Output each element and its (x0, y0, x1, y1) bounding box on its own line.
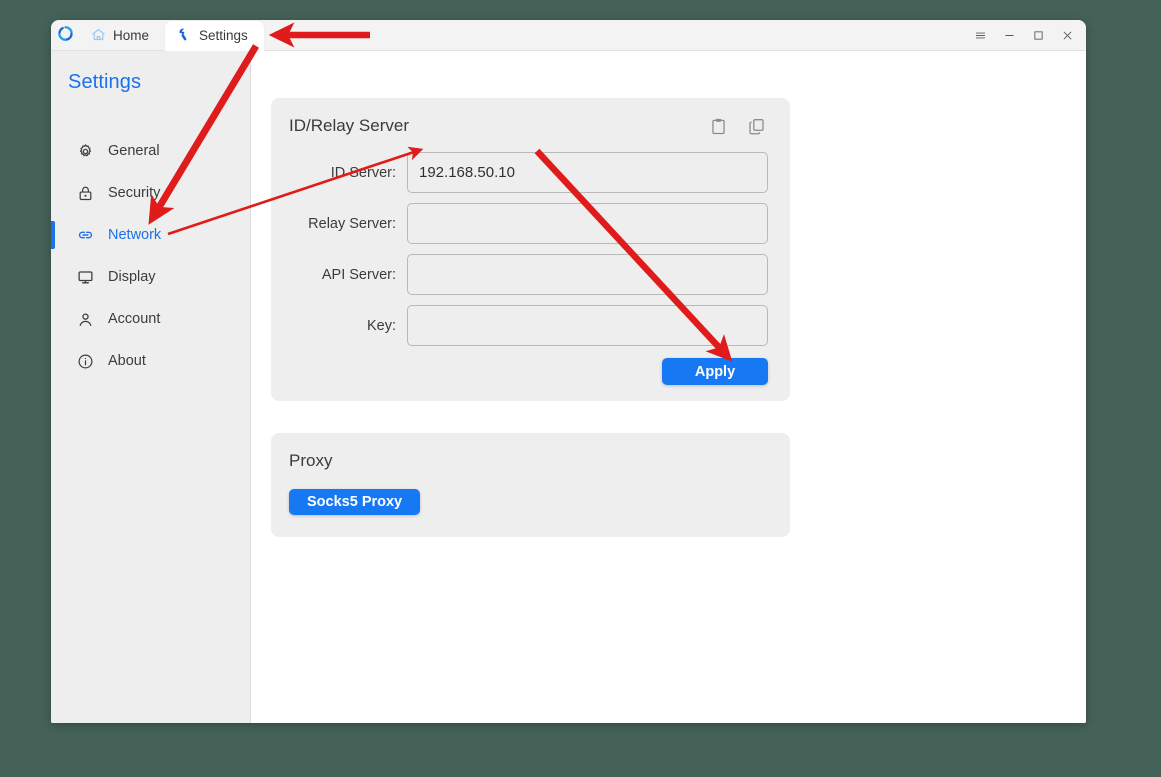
copy-button[interactable] (746, 116, 766, 136)
card-title: ID/Relay Server (289, 116, 409, 135)
sidebar-item-network[interactable]: Network (51, 214, 250, 256)
maximize-icon (1034, 31, 1043, 40)
key-input[interactable] (407, 305, 768, 346)
id-server-label: ID Server: (330, 164, 396, 181)
app-logo (51, 20, 79, 50)
clipboard-icon (711, 118, 725, 134)
monitor-icon (77, 269, 94, 286)
form-row-relay-server: Relay Server: (289, 203, 768, 244)
link-icon (77, 227, 94, 244)
hamburger-icon (976, 32, 985, 39)
minimize-icon (1005, 35, 1014, 36)
home-icon (91, 27, 106, 45)
titlebar: Home Settings (51, 20, 1086, 51)
sidebar-item-label: Display (108, 269, 156, 285)
person-icon (77, 311, 94, 328)
proxy-card: Proxy Socks5 Proxy (271, 433, 790, 537)
sidebar-list: General Security Network Display Account… (51, 130, 250, 382)
sidebar-item-about[interactable]: About (51, 340, 250, 382)
id-server-input[interactable] (407, 152, 768, 193)
refresh-circle-logo-icon (57, 26, 73, 41)
sidebar-item-account[interactable]: Account (51, 298, 250, 340)
sidebar-item-security[interactable]: Security (51, 172, 250, 214)
tab-home[interactable]: Home (79, 21, 165, 50)
card-actions (708, 116, 766, 136)
key-label: Key: (366, 317, 396, 334)
sidebar: Settings General Security Network Displa… (51, 51, 251, 723)
minimize-button[interactable] (995, 21, 1024, 50)
api-server-label: API Server: (321, 266, 396, 283)
info-icon (77, 353, 94, 370)
wrench-icon (177, 27, 192, 45)
sidebar-item-label: Account (108, 311, 161, 327)
id-relay-server-card: ID/Relay Server ID Server: 192.168.50.10… (271, 98, 790, 401)
tab-home-label: Home (113, 28, 150, 43)
gear-icon (77, 143, 94, 160)
tab-settings[interactable]: Settings (165, 21, 264, 51)
content-area: ID/Relay Server ID Server: 192.168.50.10… (251, 51, 1086, 723)
relay-server-input[interactable] (407, 203, 768, 244)
sidebar-item-general[interactable]: General (51, 130, 250, 172)
form-row-api-server: API Server: (289, 254, 768, 295)
sidebar-item-label: About (108, 353, 146, 369)
copy-icon (748, 118, 764, 134)
proxy-card-title: Proxy (289, 451, 333, 470)
relay-server-label: Relay Server: (308, 215, 396, 232)
menu-button[interactable] (966, 21, 995, 50)
close-icon (1063, 31, 1072, 40)
close-button[interactable] (1053, 21, 1082, 50)
window-controls (966, 20, 1082, 51)
paste-button[interactable] (708, 116, 728, 136)
socks5-proxy-button[interactable]: Socks5 Proxy (289, 489, 421, 515)
api-server-input[interactable] (407, 254, 768, 295)
lock-icon (77, 185, 94, 202)
tab-settings-label: Settings (199, 28, 248, 43)
page-title: Settings (68, 71, 142, 93)
apply-button[interactable]: Apply (662, 358, 768, 385)
maximize-button[interactable] (1024, 21, 1053, 50)
card-footer: Apply (289, 358, 768, 385)
form-row-key: Key: (289, 305, 768, 346)
settings-window: Home Settings Settings General Security … (51, 20, 1086, 723)
sidebar-item-label: Security (108, 185, 161, 201)
sidebar-item-display[interactable]: Display (51, 256, 250, 298)
card-header: ID/Relay Server (289, 116, 768, 136)
form-row-id-server: ID Server: (289, 152, 768, 193)
sidebar-item-label: General (108, 143, 160, 159)
window-body: Settings General Security Network Displa… (51, 51, 1086, 723)
sidebar-item-label: Network (108, 227, 162, 243)
